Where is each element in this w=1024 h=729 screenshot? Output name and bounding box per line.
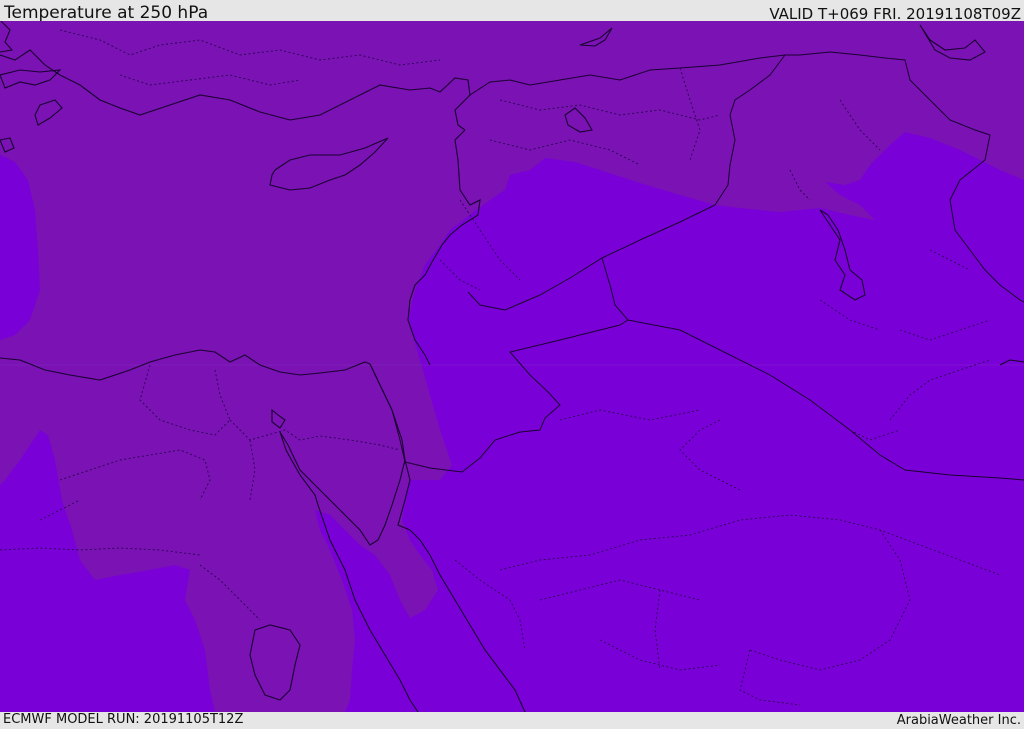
- header-bar: Temperature at 250 hPa VALID T+069 FRI. …: [0, 0, 1024, 23]
- credit-label: ArabiaWeather Inc.: [896, 713, 1021, 728]
- footer-bar: ECMWF MODEL RUN: 20191105T12Z ArabiaWeat…: [0, 712, 1024, 729]
- map-title: Temperature at 250 hPa: [4, 3, 209, 23]
- temperature-map[interactable]: [0, 21, 1024, 712]
- model-run-label: ECMWF MODEL RUN: 20191105T12Z: [3, 712, 244, 727]
- map-panel[interactable]: [0, 21, 1024, 712]
